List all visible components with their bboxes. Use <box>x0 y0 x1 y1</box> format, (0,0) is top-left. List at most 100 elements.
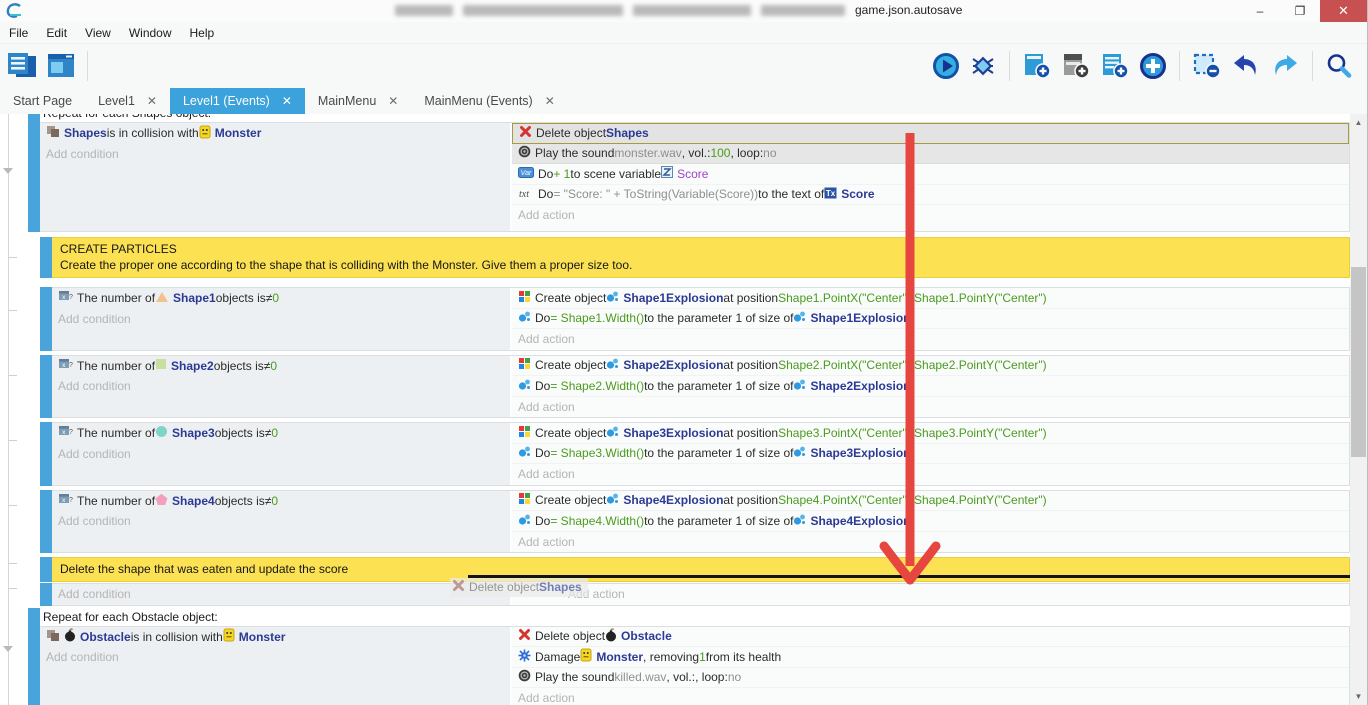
undo-icon[interactable] <box>1231 52 1261 80</box>
comment-event[interactable]: CREATE PARTICLESCreate the proper one ac… <box>40 237 1350 278</box>
condition-add-placeholder[interactable]: Add condition <box>52 309 510 330</box>
instruction-text: ≠ <box>266 291 273 305</box>
condition-add-placeholder[interactable]: Add condition <box>52 511 510 532</box>
add-action-link[interactable]: Add action <box>518 467 575 481</box>
add-circle-icon[interactable] <box>1139 52 1167 80</box>
action-row[interactable]: Create object Shape1Explosion at positio… <box>512 288 1349 309</box>
action-row[interactable]: Play the sound killed.wav, vol.: , loop:… <box>512 668 1349 689</box>
event-block[interactable]: x?The number of Shape4 objects is ≠ 0 Add… <box>40 490 1350 554</box>
action-row[interactable]: Play the sound monster.wav, vol.: 100, l… <box>512 144 1349 165</box>
event-header[interactable]: Repeat for each Obstacle object: <box>40 608 1350 626</box>
action-row[interactable]: Do = Shape1.Width() to the parameter 1 o… <box>512 309 1349 330</box>
tab-mainmenu[interactable]: MainMenu✕ <box>305 88 411 114</box>
shape1-icon <box>155 291 169 306</box>
add-action-link[interactable]: Add action <box>518 535 575 549</box>
add-condition-link[interactable]: Add condition <box>58 447 131 461</box>
condition-add-placeholder[interactable]: Add condition <box>40 144 510 165</box>
condition-row[interactable]: x?The number of Shape4 objects is ≠ 0 <box>52 491 510 512</box>
comment-body[interactable]: CREATE PARTICLESCreate the proper one ac… <box>52 237 1350 278</box>
condition-add-placeholder[interactable]: Add condition <box>52 584 510 605</box>
action-row[interactable]: Create object Shape3Explosion at positio… <box>512 423 1349 444</box>
action-row[interactable]: Create object Shape4Explosion at positio… <box>512 491 1349 512</box>
tab-start-page[interactable]: Start Page <box>0 88 85 114</box>
add-action-link[interactable]: Add action <box>518 208 575 222</box>
add-condition-link[interactable]: Add condition <box>58 587 131 601</box>
particle-icon <box>518 513 531 529</box>
menu-file[interactable]: File <box>0 26 37 40</box>
action-row[interactable]: Do = Shape4.Width() to the parameter 1 o… <box>512 511 1349 532</box>
action-add-placeholder[interactable]: Add action <box>512 464 1349 485</box>
event-block[interactable]: Repeat for each Shapes object:Shapes is … <box>28 114 1350 232</box>
action-add-placeholder[interactable]: Add action <box>512 397 1349 418</box>
instruction-text: The number of <box>77 291 155 305</box>
comment-event[interactable]: Delete the shape that was eaten and upda… <box>40 557 1350 582</box>
add-condition-link[interactable]: Add condition <box>46 147 119 161</box>
add-condition-link[interactable]: Add condition <box>58 514 131 528</box>
scroll-down-icon[interactable]: ▼ <box>1350 688 1367 705</box>
tab-level1[interactable]: Level1✕ <box>85 88 170 114</box>
action-row[interactable]: Delete object Shapes <box>512 123 1349 144</box>
add-action-link[interactable]: Add action <box>518 400 575 414</box>
event-block[interactable]: x?The number of Shape1 objects is ≠ 0 Add… <box>40 287 1350 351</box>
action-row[interactable]: Delete object Obstacle <box>512 627 1349 648</box>
project-manager-icon[interactable] <box>6 51 38 81</box>
tab-close-icon[interactable]: ✕ <box>282 94 292 108</box>
vertical-scrollbar[interactable]: ▲ ▼ <box>1350 114 1367 705</box>
scroll-up-icon[interactable]: ▲ <box>1350 114 1367 131</box>
action-row[interactable]: Damage Monster, removing 1 from its heal… <box>512 647 1349 668</box>
action-row[interactable]: Create object Shape2Explosion at positio… <box>512 356 1349 377</box>
action-add-placeholder[interactable]: Add action <box>512 329 1349 350</box>
condition-row[interactable]: x?The number of Shape2 objects is ≠ 0 <box>52 356 510 377</box>
close-button[interactable]: ✕ <box>1320 0 1367 22</box>
start-page-icon[interactable] <box>46 51 76 81</box>
tab-close-icon[interactable]: ✕ <box>545 94 555 108</box>
action-add-placeholder[interactable]: Add action <box>512 584 1349 605</box>
add-action-link[interactable]: Add action <box>518 691 575 705</box>
delete-event-icon[interactable] <box>1192 52 1222 80</box>
action-add-placeholder[interactable]: Add action <box>512 205 1349 226</box>
action-add-placeholder[interactable]: Add action <box>512 532 1349 553</box>
event-block[interactable]: Repeat for each Obstacle object:Obstacle… <box>28 608 1350 705</box>
add-event-icon[interactable] <box>1022 52 1052 80</box>
add-action-link[interactable]: Add action <box>518 332 575 346</box>
restore-button[interactable]: ❐ <box>1280 0 1320 22</box>
condition-row[interactable]: x?The number of Shape1 objects is ≠ 0 <box>52 288 510 309</box>
condition-add-placeholder[interactable]: Add condition <box>52 376 510 397</box>
condition-add-placeholder[interactable]: Add condition <box>40 647 510 668</box>
add-comment-icon[interactable] <box>1100 52 1130 80</box>
action-add-placeholder[interactable]: Add action <box>512 688 1349 705</box>
add-subevent-icon[interactable] <box>1061 52 1091 80</box>
action-row[interactable]: Do = Shape2.Width() to the parameter 1 o… <box>512 376 1349 397</box>
tab-close-icon[interactable]: ✕ <box>388 94 398 108</box>
menu-view[interactable]: View <box>76 26 120 40</box>
add-condition-link[interactable]: Add condition <box>46 650 119 664</box>
action-row[interactable]: Do = Shape3.Width() to the parameter 1 o… <box>512 444 1349 465</box>
add-action-link[interactable]: Add action <box>568 587 625 601</box>
menu-help[interactable]: Help <box>181 26 224 40</box>
condition-row[interactable]: x?The number of Shape3 objects is ≠ 0 <box>52 423 510 444</box>
scrollbar-thumb[interactable] <box>1351 267 1366 457</box>
add-condition-link[interactable]: Add condition <box>58 312 131 326</box>
search-icon[interactable] <box>1325 52 1353 80</box>
gdevelop-logo-icon <box>6 3 24 19</box>
action-row[interactable]: VarDo + 1 to scene variable Score <box>512 164 1349 185</box>
menu-window[interactable]: Window <box>120 26 181 40</box>
event-block[interactable]: x?The number of Shape3 objects is ≠ 0 Add… <box>40 422 1350 486</box>
event-header[interactable]: Repeat for each Shapes object: <box>40 114 1350 122</box>
redo-icon[interactable] <box>1270 52 1300 80</box>
minimize-button[interactable]: – <box>1240 0 1280 22</box>
debug-icon[interactable] <box>969 52 997 80</box>
tab-mainmenu-events[interactable]: MainMenu (Events)✕ <box>411 88 567 114</box>
condition-row[interactable]: Obstacle is in collision with Monster <box>40 627 510 648</box>
action-row[interactable]: txtDo = "Score: " + ToString(Variable(Sc… <box>512 185 1349 206</box>
add-condition-link[interactable]: Add condition <box>58 379 131 393</box>
menu-edit[interactable]: Edit <box>37 26 76 40</box>
play-icon[interactable] <box>932 52 960 80</box>
event-block[interactable]: Add condition Add action <box>40 583 1350 606</box>
tab-close-icon[interactable]: ✕ <box>147 94 157 108</box>
comment-body[interactable]: Delete the shape that was eaten and upda… <box>52 557 1350 582</box>
condition-add-placeholder[interactable]: Add condition <box>52 444 510 465</box>
event-block[interactable]: x?The number of Shape2 objects is ≠ 0 Add… <box>40 355 1350 419</box>
tab-level1-events[interactable]: Level1 (Events)✕ <box>170 88 305 114</box>
condition-row[interactable]: Shapes is in collision with Monster <box>40 123 510 144</box>
